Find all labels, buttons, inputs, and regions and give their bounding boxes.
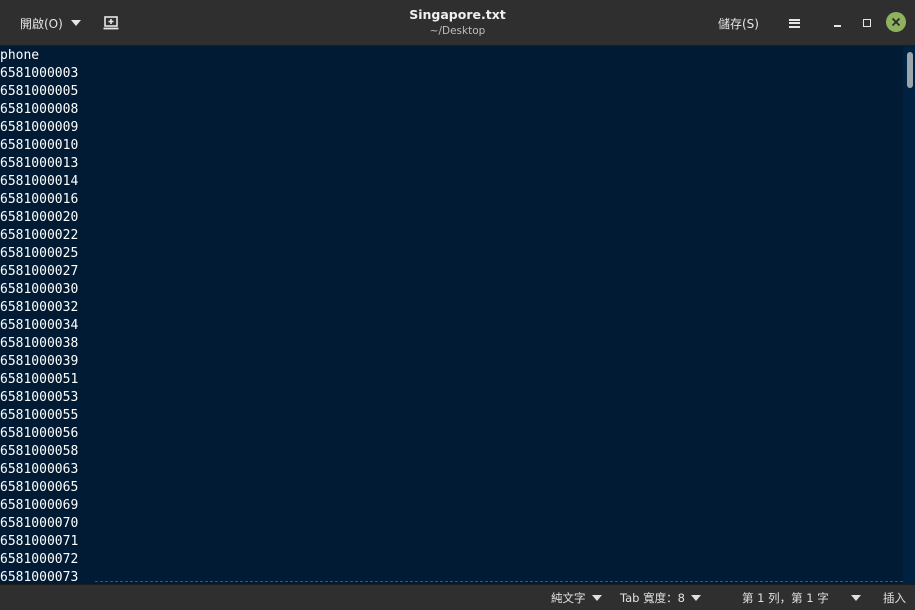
- window-title-block: Singapore.txt ~/Desktop: [0, 7, 915, 38]
- text-line[interactable]: 6581000022: [0, 227, 78, 245]
- text-line[interactable]: 6581000038: [0, 335, 78, 353]
- text-line[interactable]: 6581000008: [0, 101, 78, 119]
- text-line[interactable]: 6581000072: [0, 551, 78, 569]
- text-editor-area[interactable]: phone 6581000003 6581000005 6581000008 65810…: [0, 46, 915, 584]
- maximize-button[interactable]: [856, 12, 878, 34]
- text-line[interactable]: 6581000071: [0, 533, 78, 551]
- cursor-position-label: 第 1 列，第 1 字: [742, 590, 829, 605]
- text-line[interactable]: 6581000010: [0, 137, 78, 155]
- text-editor-window: 開啟(O) Singapore.txt ~/Desktop 儲存(S) phon…: [0, 0, 915, 610]
- cursor-position-selector[interactable]: 第 1 列，第 1 字: [742, 585, 829, 610]
- insert-mode-label: 插入: [883, 590, 906, 605]
- close-icon: [891, 17, 901, 27]
- text-content[interactable]: phone 6581000003 6581000005 6581000008 65810…: [0, 47, 78, 584]
- window-title: Singapore.txt: [409, 7, 506, 22]
- chevron-down-icon: [690, 594, 701, 601]
- minimize-icon: [833, 25, 841, 27]
- text-line[interactable]: 6581000005: [0, 83, 78, 101]
- text-line[interactable]: 6581000016: [0, 191, 78, 209]
- menu-button[interactable]: [780, 9, 808, 37]
- new-document-icon: [103, 16, 119, 30]
- header-bar: 開啟(O) Singapore.txt ~/Desktop 儲存(S): [0, 0, 915, 46]
- text-line[interactable]: 6581000032: [0, 299, 78, 317]
- text-line[interactable]: 6581000039: [0, 353, 78, 371]
- text-line[interactable]: 6581000063: [0, 461, 78, 479]
- text-line[interactable]: 6581000065: [0, 479, 78, 497]
- open-button[interactable]: 開啟(O): [12, 9, 89, 37]
- text-line[interactable]: 6581000070: [0, 515, 78, 533]
- chevron-down-icon: [70, 20, 81, 26]
- maximize-icon: [863, 19, 871, 27]
- insert-mode-indicator[interactable]: 插入: [883, 585, 906, 610]
- text-line[interactable]: 6581000069: [0, 497, 78, 515]
- text-line[interactable]: 6581000027: [0, 263, 78, 281]
- text-line[interactable]: 6581000051: [0, 371, 78, 389]
- text-line[interactable]: 6581000014: [0, 173, 78, 191]
- vertical-scrollbar[interactable]: [903, 46, 915, 584]
- text-line[interactable]: 6581000055: [0, 407, 78, 425]
- text-line[interactable]: 6581000034: [0, 317, 78, 335]
- scrollbar-thumb[interactable]: [907, 52, 913, 88]
- chevron-down-icon: [851, 594, 861, 601]
- text-line[interactable]: 6581000013: [0, 155, 78, 173]
- minimize-button[interactable]: [826, 12, 848, 34]
- save-button[interactable]: 儲存(S): [708, 9, 769, 37]
- text-line[interactable]: 6581000053: [0, 389, 78, 407]
- text-line[interactable]: 6581000020: [0, 209, 78, 227]
- tab-width-selector[interactable]: Tab 寬度：8: [620, 585, 701, 610]
- close-button[interactable]: [886, 12, 906, 32]
- text-line[interactable]: 6581000009: [0, 119, 78, 137]
- viewport-edge-marker: [95, 581, 903, 582]
- open-button-label: 開啟(O): [20, 16, 63, 31]
- syntax-selector[interactable]: 純文字: [551, 585, 602, 610]
- status-bar: 純文字 Tab 寬度：8 第 1 列，第 1 字 插入: [0, 584, 915, 610]
- tab-width-label: Tab 寬度：8: [620, 590, 685, 605]
- chevron-down-icon: [591, 594, 602, 601]
- window-subtitle: ~/Desktop: [429, 25, 486, 37]
- new-document-button[interactable]: [96, 9, 126, 37]
- hamburger-menu-icon: [788, 18, 800, 28]
- text-line[interactable]: 6581000030: [0, 281, 78, 299]
- syntax-label: 純文字: [551, 590, 586, 605]
- text-line[interactable]: 6581000058: [0, 443, 78, 461]
- text-line[interactable]: 6581000056: [0, 425, 78, 443]
- text-line[interactable]: phone: [0, 47, 78, 65]
- text-line[interactable]: 6581000025: [0, 245, 78, 263]
- cursor-position-dropdown[interactable]: [851, 585, 861, 610]
- text-line[interactable]: 6581000073: [0, 569, 78, 584]
- text-line[interactable]: 6581000003: [0, 65, 78, 83]
